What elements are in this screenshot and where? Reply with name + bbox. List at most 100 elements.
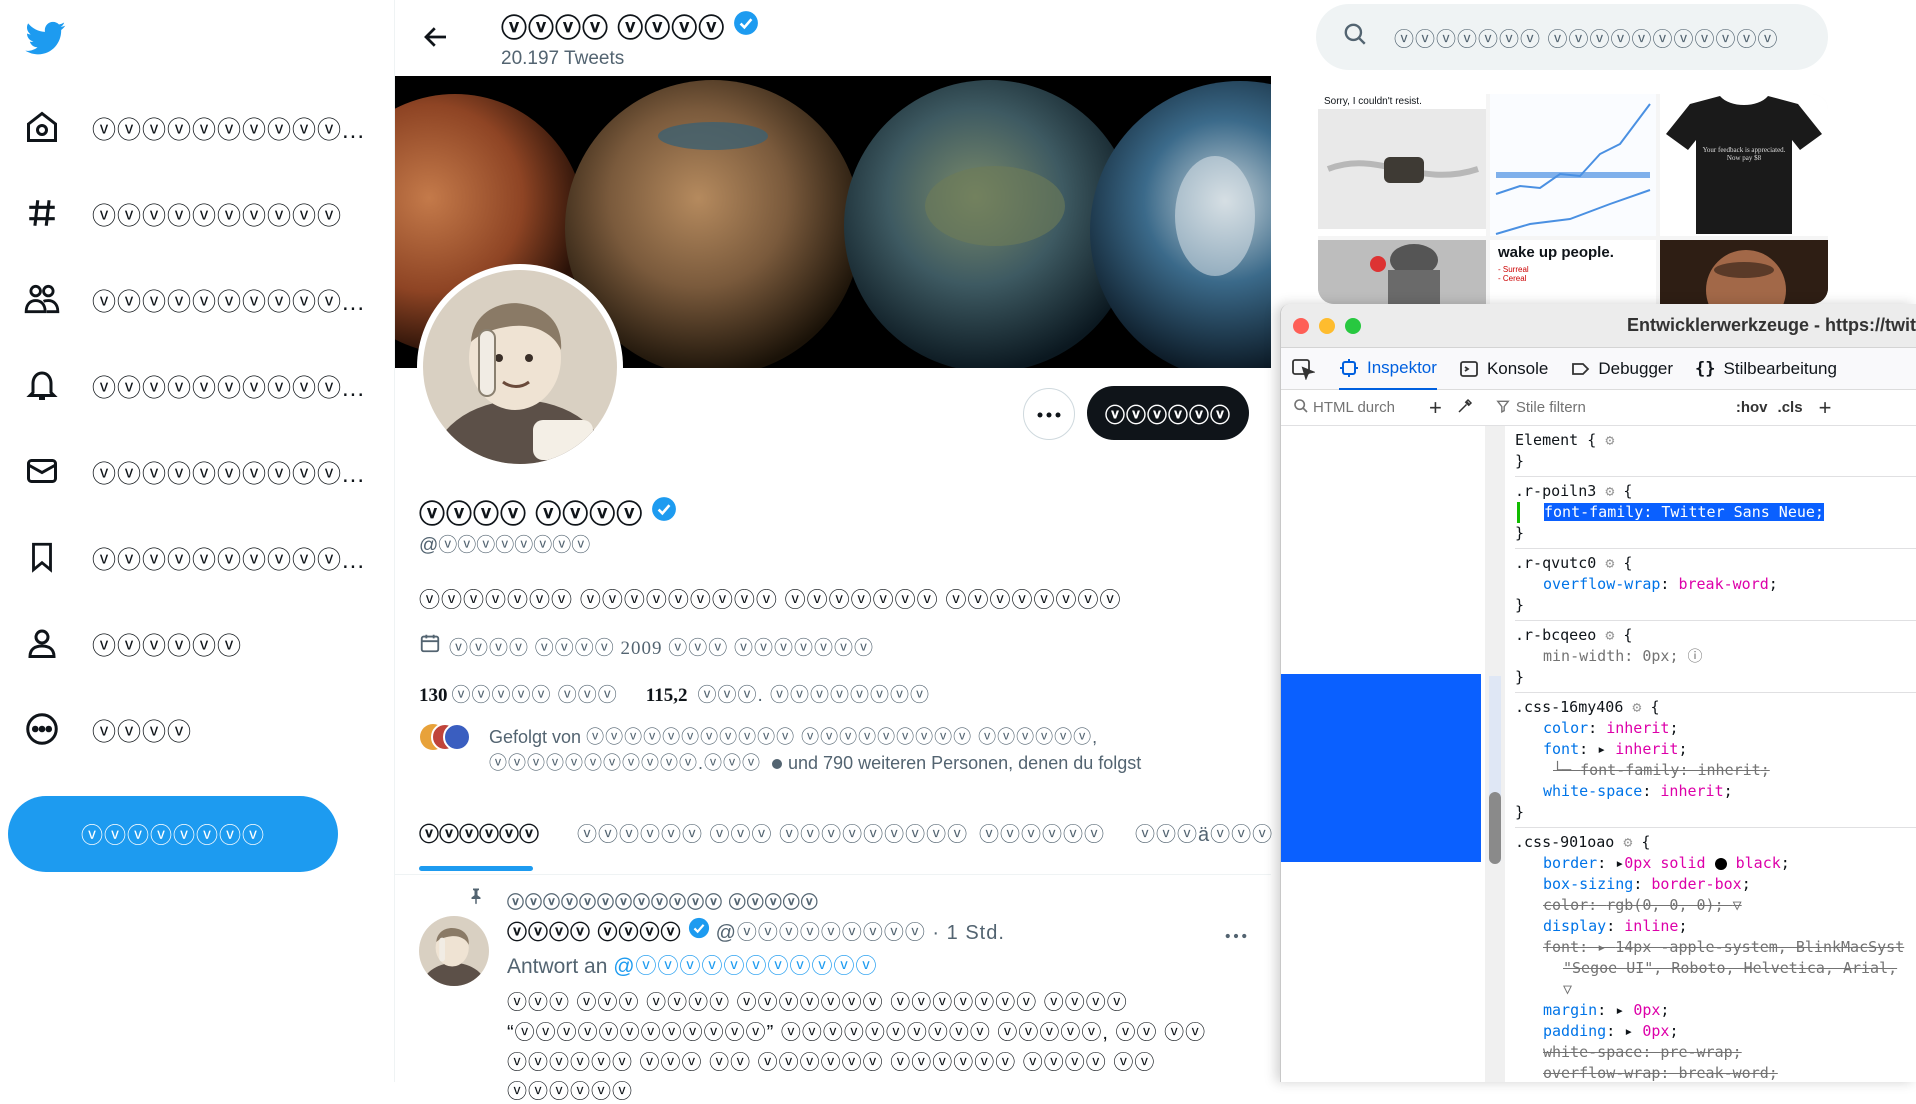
rule-5-val-4[interactable]: inline [1624,917,1678,935]
rule-3-val[interactable]: 0px [1642,647,1669,665]
rule-4-val-2[interactable]: inherit [1615,740,1678,758]
nav-notifications[interactable]: ⓥⓥⓥⓥⓥⓥⓥⓥⓥⓥ... [22,360,365,410]
html-search-input[interactable]: HTML durch [1313,399,1417,416]
filter-icon[interactable]: ▽ [1733,896,1742,914]
nav-communities[interactable]: ⓥⓥⓥⓥⓥⓥⓥⓥⓥⓥ... [22,274,365,324]
hov-toggle[interactable]: :hov [1736,399,1768,416]
color-swatch[interactable] [1714,857,1727,870]
new-rule-icon[interactable]: + [1819,395,1832,421]
follow-button[interactable]: ⓥⓥⓥⓥⓥⓥ [1087,386,1249,440]
info-icon[interactable]: ⓘ [1688,647,1703,665]
tab-debugger[interactable]: Debugger [1570,348,1673,390]
rule-5-val-7[interactable]: 0px [1642,1022,1669,1040]
rule-4-prop-3: font-family [1580,761,1680,779]
nav-home-label: ⓥⓥⓥⓥⓥⓥⓥⓥⓥⓥ... [92,116,366,144]
rules-pane[interactable]: Element { ⚙ } .r-poiln3 ⚙ { font-family:… [1507,426,1916,1082]
media-thumb-chart[interactable] [1490,94,1656,236]
tab-media[interactable]: ⓥⓥⓥⓥⓥⓥ [979,818,1105,847]
rule-4-val-1[interactable]: inherit [1606,719,1669,737]
twitter-logo-icon[interactable] [24,18,68,63]
rule-2-val[interactable]: break-word [1678,575,1768,593]
selected-node-highlight[interactable] [1281,674,1481,862]
rule-5-val-1b[interactable]: black [1736,854,1781,872]
rule-5-val-3: rgb(0, 0, 0) [1606,896,1715,914]
tweet-author[interactable]: ⓥⓥⓥⓥ ⓥⓥⓥⓥ [507,916,682,945]
rule-5-val-2[interactable]: border-box [1651,875,1741,893]
tweet-header: ⓥⓥⓥⓥ ⓥⓥⓥⓥ @ⓥⓥⓥⓥⓥⓥⓥⓥⓥ · 1 Std. [507,916,1005,945]
nav-profile[interactable]: ⓥⓥⓥⓥⓥⓥ [22,618,242,668]
rule-4-prop-4[interactable]: white-space [1543,782,1642,800]
tab-inspektor[interactable]: Inspektor [1339,348,1437,390]
followers-count[interactable]: 115,2 [646,685,688,707]
rule-4-prop-1[interactable]: color [1543,719,1588,737]
pinned-label: ⓥⓥⓥⓥⓥⓥⓥⓥⓥⓥⓥⓥ ⓥⓥⓥⓥⓥ [507,893,819,912]
following-label[interactable]: ⓥⓥⓥⓥⓥ ⓥⓥⓥ [452,680,618,707]
media-caption-wake: wake up people. [1498,244,1614,261]
rule-5-val-1[interactable]: 0px solid [1624,854,1705,872]
markup-scrollbar[interactable] [1485,426,1505,1082]
rule-4-prop-2[interactable]: font [1543,740,1579,758]
followed-by-text[interactable]: Gefolgt von ⓥⓥⓥⓥⓥⓥⓥⓥⓥⓥⓥ ⓥⓥⓥⓥⓥⓥⓥⓥⓥ ⓥⓥⓥⓥⓥⓥ… [489,724,1249,776]
tweet-avatar[interactable] [419,916,489,986]
styles-filter-input[interactable]: Stile filtern [1516,399,1736,416]
rule-4-val-3: inherit [1697,761,1761,779]
followers-label[interactable]: ⓥⓥⓥ. ⓥⓥⓥⓥⓥⓥⓥⓥ [697,680,930,707]
curly-braces-icon: {} [1695,358,1716,379]
tabs-divider [395,874,1271,875]
rule-5-prop-4[interactable]: display [1543,917,1606,935]
rule-5-prop-6[interactable]: margin [1543,1001,1597,1019]
media-thumb-robot[interactable] [1318,240,1486,304]
close-window-icon[interactable] [1293,317,1309,334]
markup-pane[interactable] [1281,426,1505,1082]
rule-5-prop-9: overflow-wrap [1543,1064,1661,1082]
following-count[interactable]: 130 [419,685,448,707]
nav-more[interactable]: ⓥⓥⓥⓥ [22,704,192,754]
tweet-more-icon[interactable] [1225,926,1247,944]
rule-css-16my406: .css-16my406 ⚙ { color: inherit; font: ▸… [1515,692,1916,823]
tab-konsole[interactable]: Konsole [1459,348,1548,390]
rule-1-declaration[interactable]: font-family: Twitter Sans Neue; [1544,503,1824,521]
filter-icon[interactable]: ▽ [1515,979,1916,1000]
markup-scrollbar-thumb[interactable] [1489,792,1501,864]
profile-name: ⓥⓥⓥⓥ ⓥⓥⓥⓥ [419,494,677,531]
reply-to-link[interactable]: @ⓥⓥⓥⓥⓥⓥⓥⓥⓥⓥⓥ [613,955,877,978]
rule-5-prop-7[interactable]: padding [1543,1022,1606,1040]
maximize-window-icon[interactable] [1345,317,1361,334]
verified-badge-icon [733,10,759,43]
rule-5-prop-2[interactable]: box-sizing [1543,875,1633,893]
rule-4-val-4[interactable]: inherit [1660,782,1723,800]
add-node-icon[interactable]: + [1429,395,1442,421]
media-thumb-portrait[interactable] [1660,240,1828,304]
rule-3-prop[interactable]: min-width [1543,647,1624,665]
tab-likes[interactable]: ⓥⓥⓥäⓥⓥⓥ [1135,818,1273,847]
nav-explore-label: ⓥⓥⓥⓥⓥⓥⓥⓥⓥⓥ [92,202,342,230]
more-options-button[interactable] [1023,388,1075,440]
tweet-button[interactable]: ⓥⓥⓥⓥⓥⓥⓥⓥ [8,796,338,872]
nav-home[interactable]: ⓥⓥⓥⓥⓥⓥⓥⓥⓥⓥ... [22,102,365,152]
tab-replies[interactable]: ⓥⓥⓥⓥⓥⓥ ⓥⓥⓥ ⓥⓥⓥⓥⓥⓥⓥⓥⓥ [577,818,968,847]
nav-messages[interactable]: ⓥⓥⓥⓥⓥⓥⓥⓥⓥⓥ... [22,446,365,496]
media-thumb-wakeup[interactable]: wake up people. - Surreal - Cereal [1490,240,1656,304]
back-arrow-icon[interactable] [421,22,451,57]
eyedropper-icon[interactable] [1456,397,1474,419]
profile-bio: ⓥⓥⓥⓥⓥⓥⓥ ⓥⓥⓥⓥⓥⓥⓥⓥⓥ ⓥⓥⓥⓥⓥⓥⓥ ⓥⓥⓥⓥⓥⓥⓥⓥ [419,589,1122,612]
media-thumb-shirt[interactable]: Your feedback is appreciated. Now pay $8 [1660,94,1828,236]
media-grid[interactable]: Sorry, I couldn't resist. Your feedback … [1318,94,1828,304]
minimize-window-icon[interactable] [1319,317,1335,334]
media-thumb-cable[interactable]: Sorry, I couldn't resist. [1318,94,1486,236]
left-navigation: ⓥⓥⓥⓥⓥⓥⓥⓥⓥⓥ... ⓥⓥⓥⓥⓥⓥⓥⓥⓥⓥ ⓥⓥⓥⓥⓥⓥⓥⓥⓥⓥ... ⓥ… [0,0,364,1082]
header-name: ⓥⓥⓥⓥ ⓥⓥⓥⓥ [501,8,759,45]
rule-5-prop-1[interactable]: border [1543,854,1597,872]
tab-tweets[interactable]: ⓥⓥⓥⓥⓥⓥ [419,818,539,847]
tab-stilbearbeitung[interactable]: {} Stilbearbeitung [1695,348,1837,390]
profile-avatar[interactable] [417,264,623,470]
rule-2-prop[interactable]: overflow-wrap [1543,575,1660,593]
nav-explore[interactable]: ⓥⓥⓥⓥⓥⓥⓥⓥⓥⓥ [22,188,342,238]
element-picker-icon[interactable] [1291,348,1323,390]
reply-prefix: Antwort an [507,955,608,978]
cls-toggle[interactable]: .cls [1778,399,1803,416]
envelope-icon [22,451,62,491]
nav-bookmarks[interactable]: ⓥⓥⓥⓥⓥⓥⓥⓥⓥⓥ... [22,532,365,582]
rule-5-val-6[interactable]: 0px [1633,1001,1660,1019]
search-bar[interactable]: ⓥⓥⓥⓥⓥⓥⓥ ⓥⓥⓥⓥⓥⓥⓥⓥⓥⓥⓥ [1316,4,1828,70]
